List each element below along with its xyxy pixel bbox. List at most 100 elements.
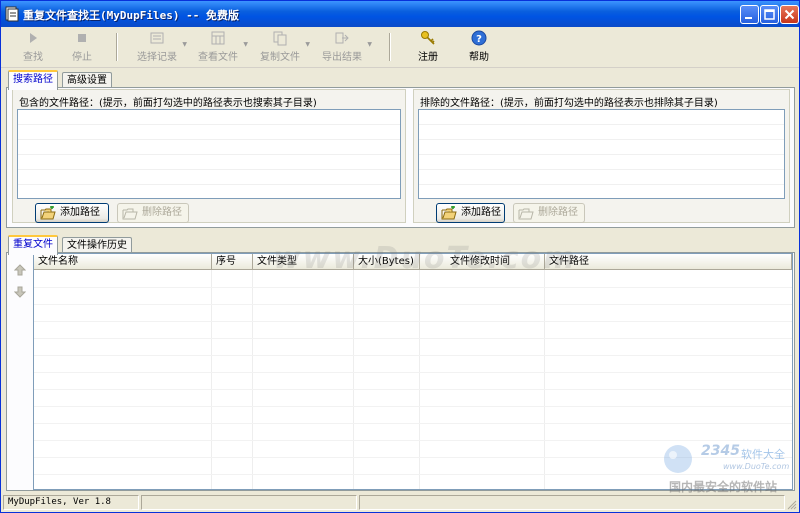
watermark-number: 2345: [701, 443, 740, 459]
title-bar[interactable]: 重复文件查找王(MyDupFiles) -- 免费版: [1, 1, 799, 27]
help-button[interactable]: ? 帮助: [466, 29, 492, 65]
stop-button[interactable]: 停止: [70, 29, 94, 65]
search-paths-panel: 包含的文件路径：(提示，前面打勾选中的路径表示也搜索其子目录) 添加路径 删除路…: [6, 87, 795, 228]
exclude-add-path-button[interactable]: 添加路径: [436, 203, 505, 223]
register-button[interactable]: 注册: [415, 29, 441, 65]
dropdown-arrow-icon: ▼: [182, 41, 187, 48]
table-row: [34, 474, 792, 475]
help-icon: ?: [471, 30, 487, 46]
tab-duplicate-files[interactable]: 重复文件: [8, 235, 58, 255]
add-folder-icon: [441, 206, 457, 220]
column-header-size[interactable]: 大小(Bytes): [354, 254, 420, 270]
dropdown-arrow-icon: ▼: [367, 41, 372, 48]
column-header-file-name[interactable]: 文件名称: [34, 254, 212, 270]
table-row: [34, 372, 792, 373]
minimize-icon: [745, 17, 752, 19]
table-row: [34, 304, 792, 305]
include-paths-label: 包含的文件路径：(提示，前面打勾选中的路径表示也搜索其子目录): [19, 98, 317, 109]
resize-grip-icon[interactable]: [787, 500, 797, 510]
view-files-button[interactable]: 查看文件 ▼: [196, 29, 248, 65]
view-files-icon: [211, 31, 225, 45]
minimize-button[interactable]: [740, 5, 759, 24]
toolbar-separator: [116, 33, 118, 61]
status-version: MyDupFiles, Ver 1.8: [3, 495, 139, 510]
list-item: [419, 125, 784, 140]
exclude-paths-list[interactable]: [418, 109, 785, 199]
table-row: [34, 457, 792, 458]
close-button[interactable]: [780, 5, 799, 24]
list-item: [419, 140, 784, 155]
help-label: 帮助: [469, 52, 489, 63]
app-window: 重复文件查找王(MyDupFiles) -- 免费版 查找 停止 选择记录 ▼ …: [0, 0, 800, 513]
column-header-file-path[interactable]: 文件路径: [545, 254, 792, 270]
svg-text:?: ?: [476, 34, 482, 45]
stop-icon: [78, 34, 86, 42]
delete-folder-icon: [122, 208, 138, 220]
exclude-delete-path-label: 删除路径: [538, 207, 578, 218]
close-icon: [784, 9, 795, 20]
find-label: 查找: [23, 52, 43, 63]
move-down-arrow-icon[interactable]: [14, 286, 26, 298]
toolbar: 查找 停止 选择记录 ▼ 查看文件 ▼ 复制文件 ▼ 导出结果 ▼ 注册 ? 帮…: [1, 27, 799, 68]
list-item: [18, 125, 400, 140]
status-panel: [359, 495, 785, 510]
copy-files-button[interactable]: 复制文件 ▼: [258, 29, 310, 65]
include-delete-path-button[interactable]: 删除路径: [117, 203, 189, 223]
window-title: 重复文件查找王(MyDupFiles) -- 免费版: [23, 9, 239, 22]
select-records-button[interactable]: 选择记录 ▼: [135, 29, 187, 65]
exclude-delete-path-button[interactable]: 删除路径: [513, 203, 585, 223]
include-add-path-button[interactable]: 添加路径: [35, 203, 109, 223]
status-panel: [141, 495, 357, 510]
copy-files-icon: [273, 31, 287, 46]
list-item: [419, 110, 784, 125]
table-row: [34, 355, 792, 356]
watermark-logo-text: 软件大全: [741, 448, 785, 461]
table-row: [34, 423, 792, 424]
copy-files-label: 复制文件: [260, 52, 300, 63]
maximize-icon: [764, 9, 775, 20]
list-item: [18, 155, 400, 170]
dropdown-arrow-icon: ▼: [243, 41, 248, 48]
list-item: [419, 170, 784, 185]
app-icon: [5, 6, 19, 22]
tab-search-paths[interactable]: 搜索路径: [8, 70, 58, 90]
export-results-button[interactable]: 导出结果 ▼: [320, 29, 372, 65]
table-row: [34, 287, 792, 288]
export-results-label: 导出结果: [322, 52, 362, 63]
include-paths-list[interactable]: [17, 109, 401, 199]
select-records-icon: [150, 32, 164, 44]
column-header-file-type[interactable]: 文件类型: [253, 254, 354, 270]
watermark-slogan: 国内最安全的软件站: [669, 480, 778, 494]
include-add-path-label: 添加路径: [60, 207, 100, 218]
view-files-label: 查看文件: [198, 52, 238, 63]
dropdown-arrow-icon: ▼: [305, 41, 310, 48]
list-item: [18, 110, 400, 125]
select-records-label: 选择记录: [137, 52, 177, 63]
exclude-add-path-label: 添加路径: [461, 207, 501, 218]
table-row: [34, 338, 792, 339]
export-icon: [335, 32, 349, 44]
stop-label: 停止: [72, 52, 92, 63]
move-up-arrow-icon[interactable]: [14, 264, 26, 276]
table-row: [34, 406, 792, 407]
register-label: 注册: [418, 52, 438, 63]
key-icon: [421, 31, 435, 45]
watermark-url: www.DuoTe.com: [723, 462, 790, 471]
table-row: [34, 389, 792, 390]
results-table[interactable]: 文件名称 序号 文件类型 大小(Bytes) 文件修改时间 文件路径: [33, 253, 793, 490]
add-folder-icon: [40, 206, 56, 220]
list-item: [18, 170, 400, 185]
include-paths-group: 包含的文件路径：(提示，前面打勾选中的路径表示也搜索其子目录) 添加路径 删除路…: [12, 89, 406, 223]
maximize-button[interactable]: [760, 5, 779, 24]
column-header-modified-time[interactable]: 文件修改时间: [420, 254, 545, 270]
exclude-paths-label: 排除的文件路径：(提示，前面打勾选中的路径表示也排除其子目录): [420, 98, 718, 109]
list-item: [18, 140, 400, 155]
find-button[interactable]: 查找: [21, 29, 45, 65]
list-item: [419, 155, 784, 170]
delete-folder-icon: [518, 208, 534, 220]
include-delete-path-label: 删除路径: [142, 207, 182, 218]
play-icon: [30, 33, 37, 43]
exclude-paths-group: 排除的文件路径：(提示，前面打勾选中的路径表示也排除其子目录) 添加路径 删除路…: [413, 89, 790, 223]
table-row: [34, 440, 792, 441]
column-header-index[interactable]: 序号: [212, 254, 253, 270]
